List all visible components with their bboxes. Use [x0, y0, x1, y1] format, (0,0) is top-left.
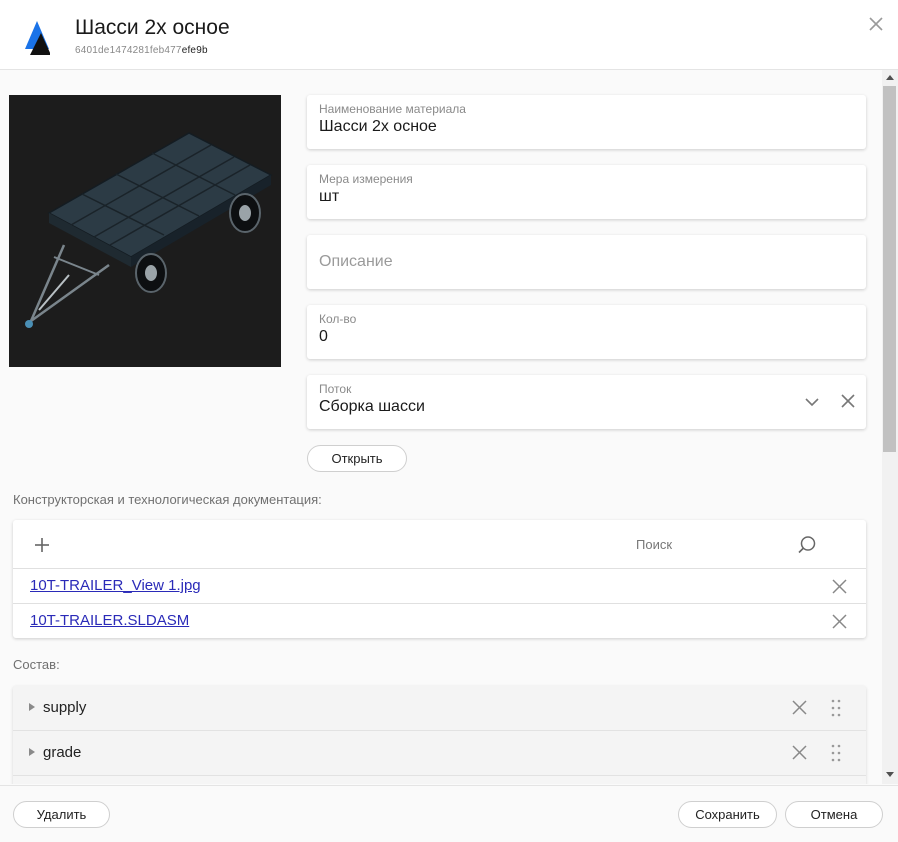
composition-section-label: Состав:	[13, 657, 60, 672]
dialog-header: Шасси 2х осное 6401de1474281feb477efe9b	[0, 0, 898, 70]
doc-file-link[interactable]: 10T-TRAILER.SLDASM	[30, 612, 189, 629]
quantity-value[interactable]: 0	[319, 328, 328, 346]
flow-value[interactable]: Сборка шасси	[319, 398, 425, 416]
chevron-down-icon[interactable]	[804, 394, 820, 410]
doc-row: 10T-TRAILER_View 1.jpg	[13, 569, 866, 604]
flow-label: Поток	[319, 382, 352, 396]
remove-item-icon[interactable]	[792, 745, 807, 760]
material-name-value[interactable]: Шасси 2х осное	[319, 118, 437, 136]
clear-icon[interactable]	[840, 393, 856, 409]
vertical-scrollbar[interactable]	[882, 70, 898, 784]
description-field[interactable]: Описание	[307, 235, 866, 289]
composition-item[interactable]: supply	[13, 686, 866, 731]
unit-field[interactable]: Мера измерения шт	[307, 165, 866, 219]
scroll-thumb[interactable]	[883, 86, 896, 452]
material-name-field[interactable]: Наименование материала Шасси 2х осное	[307, 95, 866, 149]
expand-caret-icon[interactable]	[29, 703, 35, 711]
expand-caret-icon[interactable]	[29, 748, 35, 756]
record-id: 6401de1474281feb477efe9b	[75, 45, 208, 56]
unit-label: Мера измерения	[319, 172, 413, 186]
quantity-label: Кол-во	[319, 312, 357, 326]
flow-select[interactable]: Поток Сборка шасси	[307, 375, 866, 429]
save-button[interactable]: Сохранить	[678, 801, 777, 828]
trailer-model-icon	[25, 132, 273, 328]
docs-panel: Поиск 10T-TRAILER_View 1.jpg 10T-TRAILER…	[13, 520, 866, 638]
scroll-down-icon[interactable]	[886, 772, 894, 777]
drag-handle-icon[interactable]	[830, 743, 842, 763]
dialog-body: Наименование материала Шасси 2х осное Ме…	[0, 70, 882, 784]
search-input[interactable]: Поиск	[636, 537, 672, 552]
doc-row: 10T-TRAILER.SLDASM	[13, 604, 866, 639]
model-preview-image	[9, 95, 281, 367]
description-placeholder[interactable]: Описание	[319, 253, 393, 271]
docs-toolbar: Поиск	[13, 520, 866, 569]
remove-doc-icon[interactable]	[832, 614, 847, 629]
drag-handle-icon[interactable]	[830, 698, 842, 718]
delete-button[interactable]: Удалить	[13, 801, 110, 828]
composition-panel: supply grade	[13, 686, 866, 784]
dialog-title: Шасси 2х осное	[75, 16, 230, 39]
docs-section-label: Конструкторская и технологическая докуме…	[13, 492, 322, 507]
open-button[interactable]: Открыть	[307, 445, 407, 472]
composition-item-name: supply	[43, 699, 87, 716]
scroll-up-icon[interactable]	[886, 75, 894, 80]
app-logo-icon	[25, 21, 50, 55]
unit-value[interactable]: шт	[319, 188, 339, 206]
quantity-field[interactable]: Кол-во 0	[307, 305, 866, 359]
record-id-prefix: 6401de1474281feb477	[75, 45, 182, 56]
doc-file-link[interactable]: 10T-TRAILER_View 1.jpg	[30, 577, 201, 594]
search-icon[interactable]	[797, 535, 817, 555]
add-icon[interactable]	[34, 537, 50, 553]
composition-item[interactable]: grade	[13, 731, 866, 776]
material-name-label: Наименование материала	[319, 102, 466, 116]
material-dialog: Шасси 2х осное 6401de1474281feb477efe9b	[0, 0, 898, 842]
composition-item-name: grade	[43, 744, 82, 761]
remove-doc-icon[interactable]	[832, 579, 847, 594]
dialog-footer: Удалить Сохранить Отмена	[0, 785, 898, 842]
close-icon[interactable]	[865, 13, 887, 35]
cancel-button[interactable]: Отмена	[785, 801, 883, 828]
remove-item-icon[interactable]	[792, 700, 807, 715]
record-id-suffix: efe9b	[181, 45, 208, 56]
